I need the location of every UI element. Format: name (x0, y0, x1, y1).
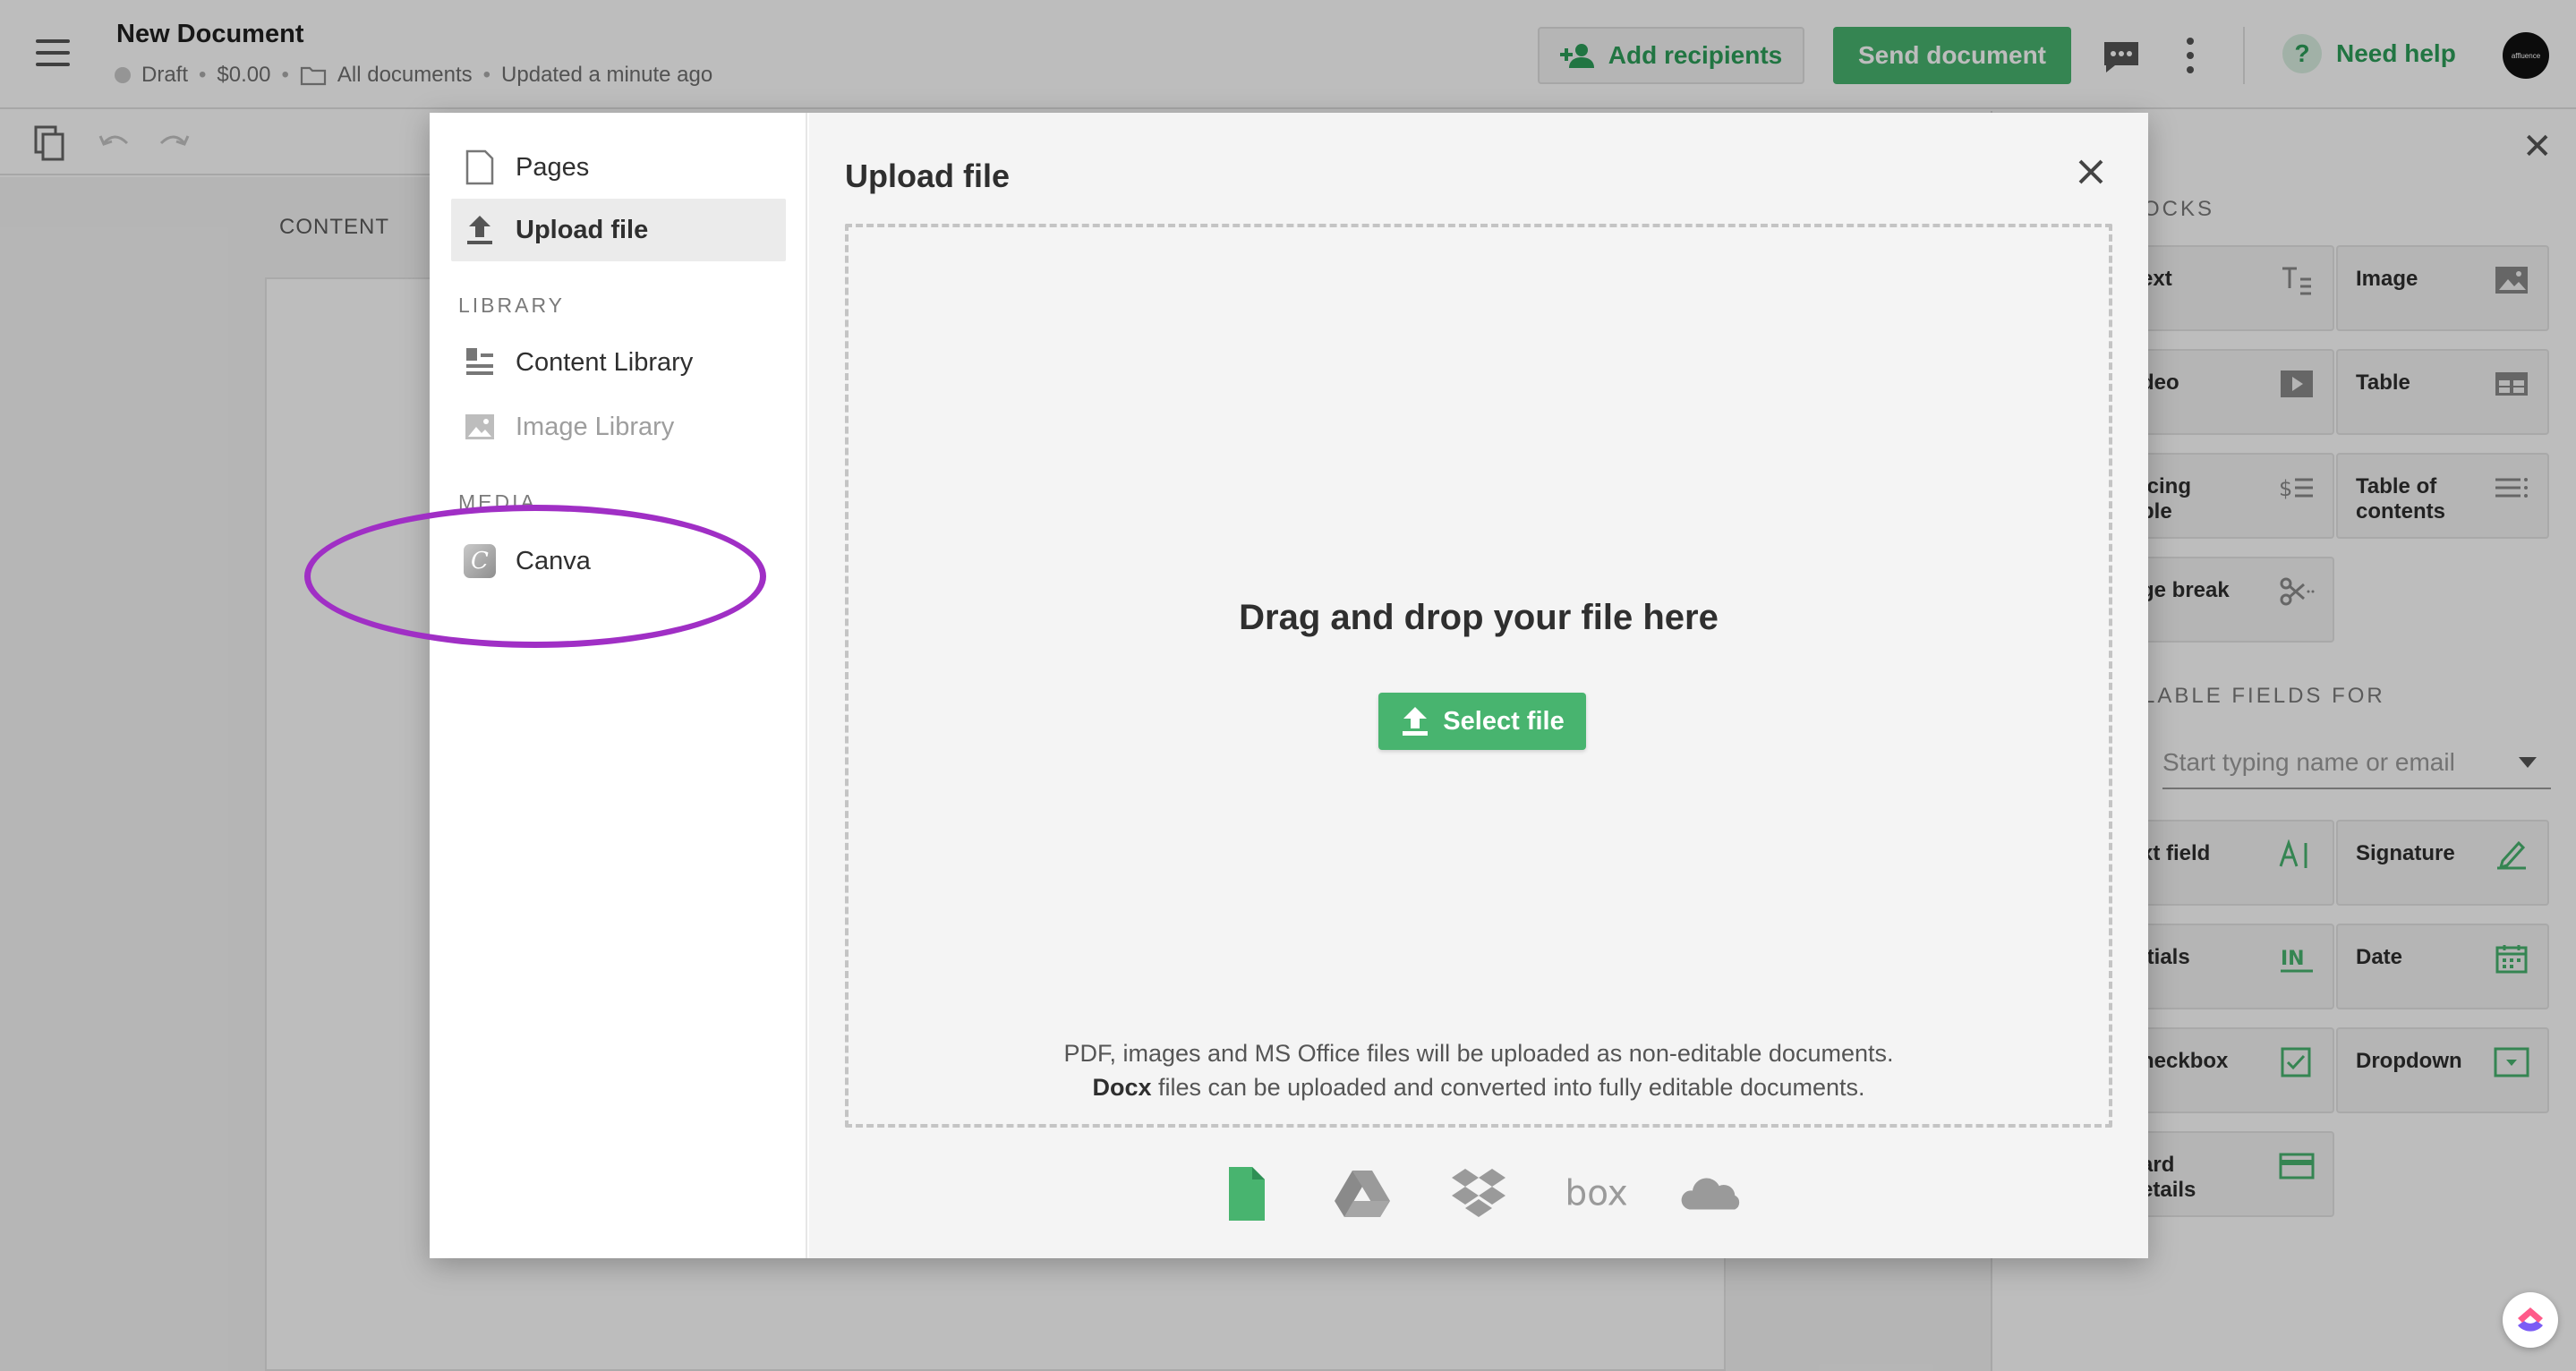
sidebar-item-content-library[interactable]: Content Library (451, 331, 786, 394)
clickup-widget-icon[interactable] (2503, 1292, 2558, 1348)
upload-file-modal: Pages Upload file LIBRARY Content Librar… (430, 113, 2148, 1258)
upload-icon (464, 212, 496, 248)
modal-main: Upload file Drag and drop your file here… (809, 113, 2148, 1258)
library-heading: LIBRARY (458, 294, 566, 317)
modal-title: Upload file (845, 158, 1011, 194)
dropzone-note: PDF, images and MS Office files will be … (1063, 1040, 1894, 1101)
dropbox-icon[interactable] (1447, 1165, 1510, 1222)
upload-sources: box (809, 1158, 2148, 1230)
highlight-ellipse (304, 505, 766, 648)
image-library-icon (464, 409, 496, 445)
sidebar-item-pages[interactable]: Pages (451, 136, 786, 199)
close-icon[interactable] (2068, 149, 2114, 195)
onedrive-icon[interactable] (1680, 1165, 1743, 1222)
upload-icon (1403, 707, 1429, 736)
file-dropzone[interactable]: Drag and drop your file here Select file… (845, 224, 2112, 1128)
page-icon (464, 149, 496, 185)
select-file-button[interactable]: Select file (1378, 693, 1586, 750)
content-library-icon (464, 345, 496, 380)
dropzone-title: Drag and drop your file here (1239, 598, 1719, 637)
modal-sidebar: Pages Upload file LIBRARY Content Librar… (430, 113, 807, 1258)
sidebar-item-image-library[interactable]: Image Library (451, 396, 786, 458)
sidebar-item-upload-file[interactable]: Upload file (451, 199, 786, 261)
google-drive-icon[interactable] (1331, 1165, 1394, 1222)
file-icon[interactable] (1215, 1165, 1277, 1222)
box-icon[interactable]: box (1564, 1165, 1626, 1222)
svg-text:box: box (1565, 1173, 1626, 1213)
